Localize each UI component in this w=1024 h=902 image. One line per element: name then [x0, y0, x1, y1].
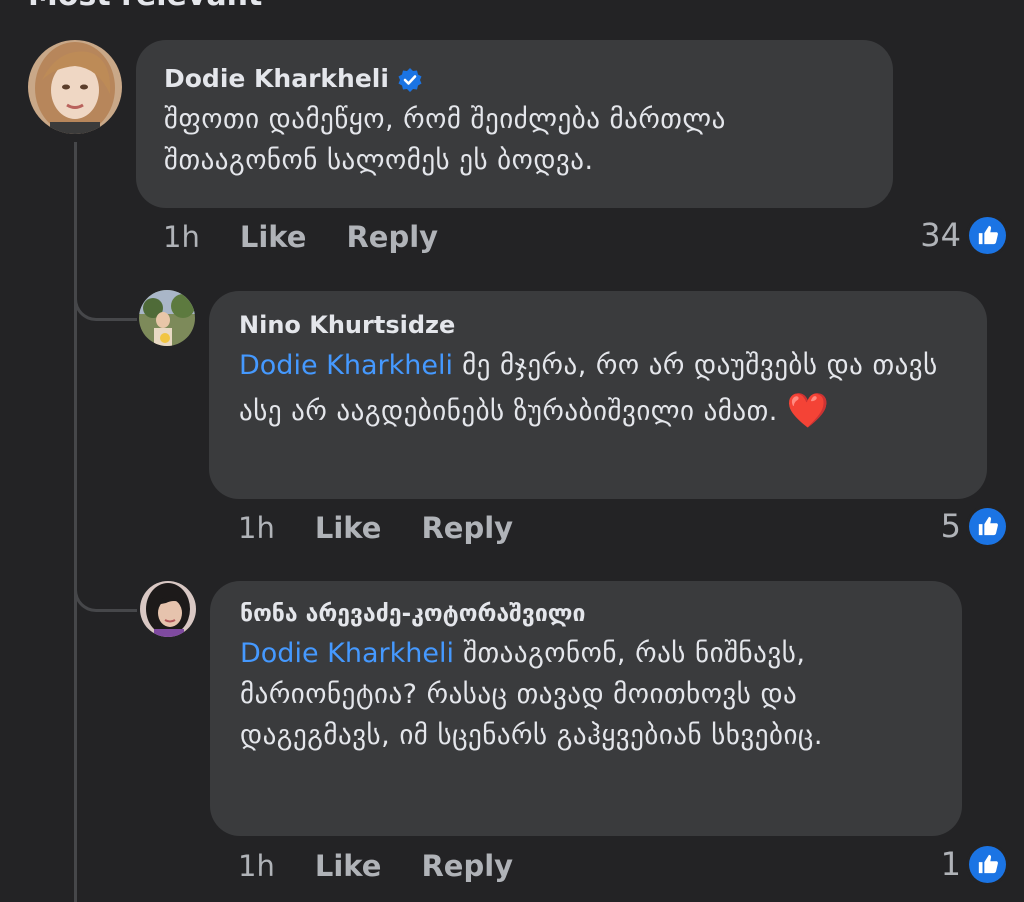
reply-connector: [74, 292, 137, 321]
comment-time[interactable]: 1h: [163, 220, 200, 254]
reaction-count: 5: [940, 507, 961, 545]
verified-badge-icon: [397, 67, 423, 93]
comment-text: შფოთი დამეწყო, რომ შეიძლება მართლა შთააგ…: [164, 104, 726, 177]
reaction-count: 34: [920, 216, 961, 254]
like-button[interactable]: Like: [315, 511, 382, 545]
mention-link[interactable]: Dodie Kharkheli: [239, 350, 453, 381]
reply-button[interactable]: Reply: [421, 849, 513, 883]
avatar-nona-arevadze[interactable]: [140, 581, 196, 637]
thumbs-up-icon: [969, 507, 1006, 545]
reply-button[interactable]: Reply: [346, 220, 438, 254]
reaction-summary[interactable]: 5: [941, 507, 1006, 545]
reaction-summary[interactable]: 34: [920, 216, 1006, 254]
like-button[interactable]: Like: [240, 220, 307, 254]
avatar-nino-khurtsidze[interactable]: [139, 290, 195, 346]
comment-time[interactable]: 1h: [238, 511, 275, 545]
comment-bubble: Nino Khurtsidze Dodie Kharkheli მე მჯერა…: [209, 291, 987, 499]
thumbs-up-icon: [969, 845, 1006, 883]
section-header: Most relevant: [28, 0, 262, 13]
comment-author[interactable]: Nino Khurtsidze: [239, 311, 957, 339]
reaction-summary[interactable]: 1: [941, 845, 1006, 883]
comment-bubble: ნონა არევაძე-კოტორაშვილი Dodie Kharkheli…: [210, 581, 962, 836]
reply-button[interactable]: Reply: [421, 511, 513, 545]
thumbs-up-icon: [969, 216, 1006, 254]
comment-actions: 1h Like Reply: [238, 849, 513, 883]
thread-line: [74, 142, 77, 902]
comment-author[interactable]: ნონა არევაძე-კოტორაშვილი: [240, 601, 932, 627]
reaction-count: 1: [940, 845, 961, 883]
comment-bubble: Dodie Kharkheli შფოთი დამეწყო, რომ შეიძლ…: [136, 40, 893, 208]
comment-actions: 1h Like Reply: [163, 220, 438, 254]
mention-link[interactable]: Dodie Kharkheli: [240, 638, 454, 669]
comment-actions: 1h Like Reply: [238, 511, 513, 545]
comment-text: Dodie Kharkheli მე მჯერა, რო არ დაუშვებს…: [239, 345, 957, 438]
like-button[interactable]: Like: [315, 849, 382, 883]
comment-time[interactable]: 1h: [238, 849, 275, 883]
reply-connector: [74, 583, 137, 612]
heart-emoji: ❤️: [786, 391, 830, 432]
comment-text: Dodie Kharkheli შთააგონონ, რას ნიშნავს, …: [240, 633, 932, 756]
avatar-dodie-kharkheli[interactable]: [28, 40, 122, 134]
comment-author[interactable]: Dodie Kharkheli: [164, 64, 389, 93]
